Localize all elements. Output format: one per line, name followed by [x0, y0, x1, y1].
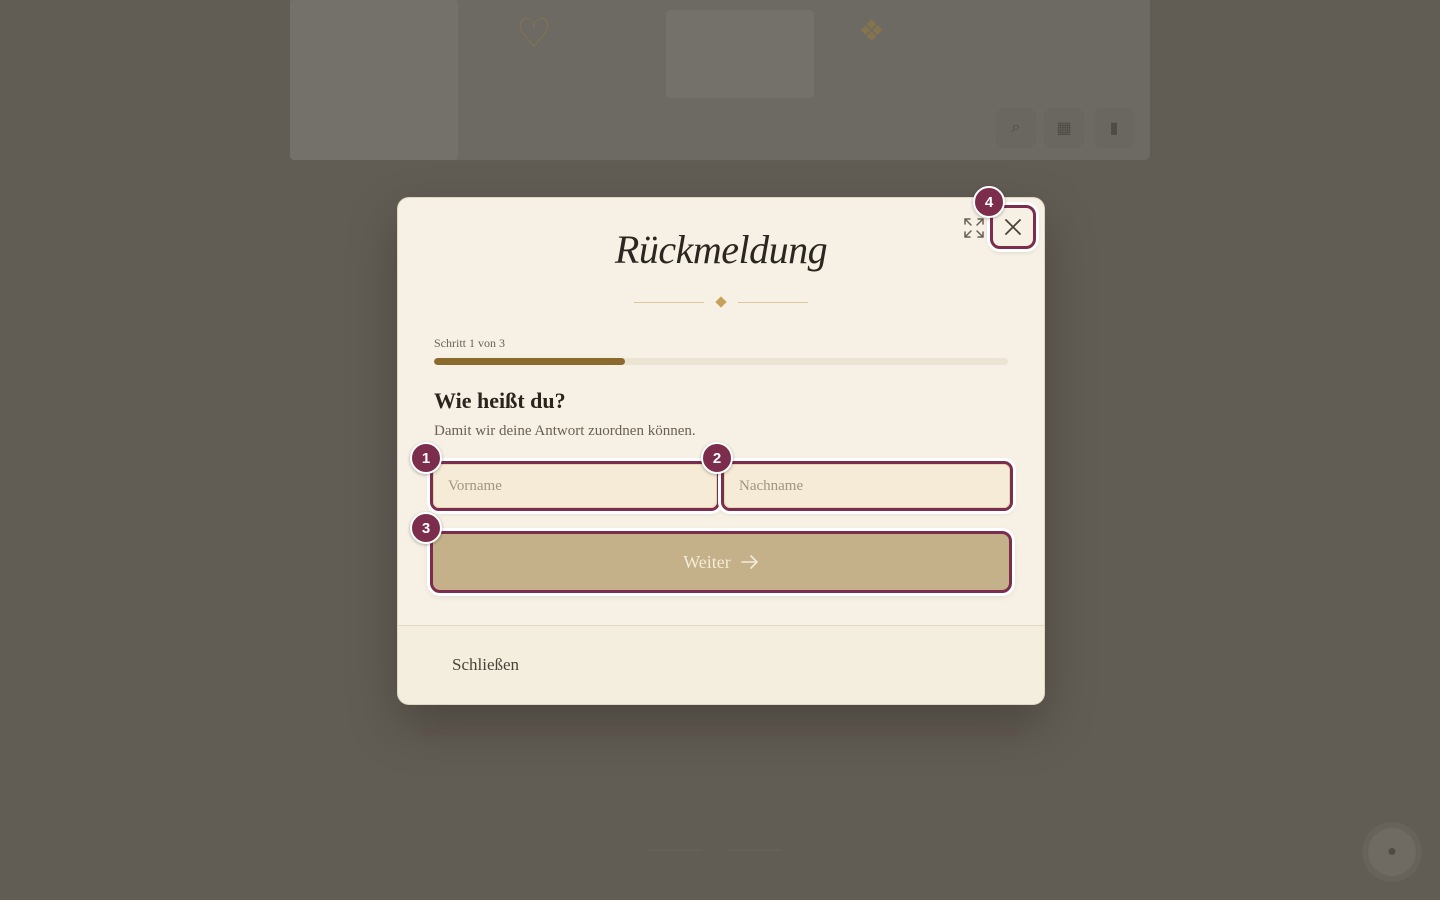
chat-icon: ● — [1368, 828, 1416, 876]
modal-title: Rückmeldung — [614, 227, 828, 272]
expand-button[interactable] — [960, 214, 988, 242]
annotation-badge-4: 4 — [973, 186, 1005, 218]
last-name-field-wrapper — [721, 461, 1013, 511]
first-name-field-wrapper — [430, 461, 720, 511]
annotation-badge-3: 3 — [410, 512, 442, 544]
last-name-input[interactable] — [724, 464, 1010, 508]
progress-fill — [434, 358, 626, 365]
divider-right — [738, 302, 808, 303]
first-name-input[interactable] — [433, 464, 717, 508]
divider-left — [634, 302, 704, 303]
divider-diamond-icon — [715, 296, 727, 308]
background-ornament-icon: ♡ — [516, 11, 552, 56]
arrow-right-icon — [740, 555, 758, 569]
modal-shadow — [420, 730, 1020, 734]
background-bookmark-icon: ▮ — [1094, 108, 1134, 148]
question-subtext: Damit wir deine Antwort zuordnen können. — [434, 423, 696, 439]
annotation-badge-1: 1 — [410, 442, 442, 474]
expand-icon — [964, 218, 984, 238]
progress-bar — [434, 358, 1008, 365]
next-button[interactable]: Weiter — [430, 531, 1012, 593]
background-ornament-icon: ❖ — [858, 15, 885, 48]
background-image-panel — [666, 10, 814, 98]
next-button-label: Weiter — [683, 551, 731, 572]
background-card: ♡ ❖ ⌕ ▦ ▮ — [290, 0, 1150, 160]
background-footer-link: ────── — [648, 842, 704, 857]
background-sidebar — [290, 0, 458, 160]
step-label: Schritt 1 von 3 — [434, 336, 505, 350]
background-search-icon: ⌕ — [996, 108, 1036, 148]
annotation-badge-2: 2 — [701, 442, 733, 474]
question-heading: Wie heißt du? — [434, 388, 566, 413]
close-link[interactable]: Schließen — [452, 655, 519, 675]
modal-footer: Schließen — [398, 625, 1044, 704]
background-footer-link: ────── — [726, 842, 782, 857]
close-icon — [1005, 219, 1021, 235]
background-grid-icon: ▦ — [1044, 108, 1084, 148]
